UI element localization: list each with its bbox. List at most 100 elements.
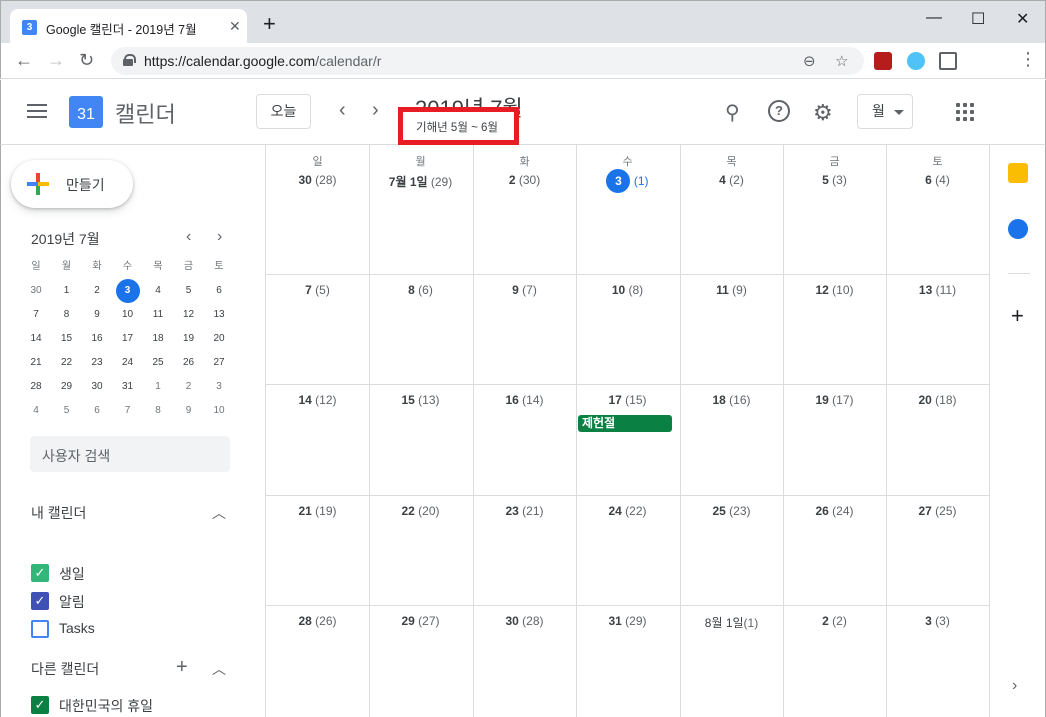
mini-day[interactable]: 16 bbox=[82, 328, 112, 350]
day-cell-date[interactable]: 22 (20) bbox=[369, 504, 472, 518]
new-tab-button[interactable]: + bbox=[263, 13, 276, 35]
day-cell-date[interactable]: 20 (18) bbox=[886, 393, 989, 407]
day-cell-date[interactable]: 29 (27) bbox=[369, 614, 472, 628]
mini-day[interactable]: 13 bbox=[204, 304, 234, 326]
mini-day[interactable]: 5 bbox=[52, 400, 82, 422]
day-cell-date[interactable]: 3 (1) bbox=[576, 169, 679, 193]
day-cell-date[interactable]: 15 (13) bbox=[369, 393, 472, 407]
day-cell-date[interactable]: 4 (2) bbox=[680, 173, 783, 187]
mini-day[interactable]: 9 bbox=[174, 400, 204, 422]
add-other-calendar-icon[interactable]: + bbox=[176, 657, 188, 677]
extension-globe-icon[interactable] bbox=[907, 52, 925, 70]
previous-month-icon[interactable]: ‹ bbox=[339, 100, 346, 120]
browser-tab[interactable]: 3 Google 캘린더 - 2019년 7월 ✕ bbox=[10, 9, 247, 44]
day-cell-date[interactable]: 2 (30) bbox=[473, 173, 576, 187]
search-people-input[interactable]: 사용자 검색 bbox=[30, 436, 230, 472]
day-cell-date[interactable]: 28 (26) bbox=[266, 614, 369, 628]
day-cell-date[interactable]: 14 (12) bbox=[266, 393, 369, 407]
mini-day[interactable]: 1 bbox=[143, 376, 173, 398]
mini-day[interactable]: 10 bbox=[113, 304, 143, 326]
bookmark-star-icon[interactable]: ☆ bbox=[835, 52, 848, 70]
day-cell-date[interactable]: 16 (14) bbox=[473, 393, 576, 407]
reload-icon[interactable]: ↻ bbox=[79, 51, 94, 69]
zoom-icon[interactable]: ⊖ bbox=[803, 52, 816, 70]
view-select-dropdown[interactable]: 월 bbox=[857, 94, 913, 129]
add-addon-icon[interactable]: + bbox=[1011, 305, 1024, 327]
mini-day[interactable]: 22 bbox=[52, 352, 82, 374]
mini-day[interactable]: 8 bbox=[143, 400, 173, 422]
checkbox-empty-icon[interactable] bbox=[31, 620, 49, 638]
mini-day[interactable]: 26 bbox=[174, 352, 204, 374]
day-cell-date[interactable]: 3 (3) bbox=[886, 614, 989, 628]
day-cell-date[interactable]: 8월 1일(1) bbox=[680, 614, 783, 631]
mini-day[interactable]: 31 bbox=[113, 376, 143, 398]
day-cell-date[interactable]: 30 (28) bbox=[473, 614, 576, 628]
tasks-icon[interactable] bbox=[1008, 219, 1028, 239]
minimize-button[interactable]: — bbox=[926, 9, 942, 27]
day-cell-date[interactable]: 26 (24) bbox=[783, 504, 886, 518]
other-calendars-title[interactable]: 다른 캘린더 bbox=[31, 659, 99, 679]
my-calendars-title[interactable]: 내 캘린더 bbox=[31, 503, 86, 523]
day-cell-date[interactable]: 24 (22) bbox=[576, 504, 679, 518]
mini-day[interactable]: 2 bbox=[82, 280, 112, 302]
chevron-up-icon[interactable]: ︿ bbox=[212, 503, 226, 523]
mini-day[interactable]: 29 bbox=[52, 376, 82, 398]
day-cell-date[interactable]: 18 (16) bbox=[680, 393, 783, 407]
mini-day[interactable]: 27 bbox=[204, 352, 234, 374]
day-cell-date[interactable]: 12 (10) bbox=[783, 283, 886, 297]
maximize-button[interactable]: ☐ bbox=[971, 9, 985, 29]
day-cell-date[interactable]: 17 (15) bbox=[576, 393, 679, 407]
chevron-up-icon[interactable]: ︿ bbox=[212, 659, 226, 679]
mini-day[interactable]: 5 bbox=[174, 280, 204, 302]
checkbox-checked-icon[interactable]: ✓ bbox=[31, 696, 49, 714]
help-icon[interactable]: ? bbox=[768, 100, 790, 122]
day-cell-date[interactable]: 8 (6) bbox=[369, 283, 472, 297]
address-bar[interactable]: https://calendar.google.com/calendar/r ⊖… bbox=[111, 47, 864, 75]
create-button[interactable]: 만들기 bbox=[11, 160, 133, 208]
calendar-logo-icon[interactable]: 31 bbox=[69, 96, 103, 128]
mini-day[interactable]: 18 bbox=[143, 328, 173, 350]
event-chip[interactable]: 제헌절 bbox=[578, 415, 672, 432]
mini-day[interactable]: 7 bbox=[21, 304, 51, 326]
mini-day[interactable]: 8 bbox=[52, 304, 82, 326]
mini-day[interactable]: 9 bbox=[82, 304, 112, 326]
mini-day[interactable]: 4 bbox=[21, 400, 51, 422]
day-cell-date[interactable]: 2 (2) bbox=[783, 614, 886, 628]
day-cell-date[interactable]: 21 (19) bbox=[266, 504, 369, 518]
mini-day[interactable]: 24 bbox=[113, 352, 143, 374]
window-close-button[interactable]: ✕ bbox=[1016, 9, 1029, 29]
day-cell-date[interactable]: 11 (9) bbox=[680, 283, 783, 297]
mini-day[interactable]: 6 bbox=[204, 280, 234, 302]
keep-icon[interactable] bbox=[1008, 163, 1028, 183]
mini-day[interactable]: 21 bbox=[21, 352, 51, 374]
back-arrow-icon[interactable]: ← bbox=[15, 51, 33, 69]
mini-day[interactable]: 28 bbox=[21, 376, 51, 398]
day-cell-date[interactable]: 7 (5) bbox=[266, 283, 369, 297]
mini-day[interactable]: 4 bbox=[143, 280, 173, 302]
mini-day[interactable]: 23 bbox=[82, 352, 112, 374]
tab-close-icon[interactable]: ✕ bbox=[229, 18, 241, 35]
mini-day[interactable]: 6 bbox=[82, 400, 112, 422]
day-cell-date[interactable]: 30 (28) bbox=[266, 173, 369, 187]
day-cell-date[interactable]: 6 (4) bbox=[886, 173, 989, 187]
main-menu-icon[interactable] bbox=[27, 104, 47, 118]
checkbox-checked-icon[interactable]: ✓ bbox=[31, 564, 49, 582]
ublock-extension-icon[interactable] bbox=[874, 52, 892, 70]
mini-day[interactable]: 19 bbox=[174, 328, 204, 350]
mini-next-month-icon[interactable]: › bbox=[217, 228, 222, 246]
day-cell-date[interactable]: 10 (8) bbox=[576, 283, 679, 297]
mini-day[interactable]: 25 bbox=[143, 352, 173, 374]
day-cell-date[interactable]: 27 (25) bbox=[886, 504, 989, 518]
mini-day[interactable]: 30 bbox=[21, 280, 51, 302]
today-button[interactable]: 오늘 bbox=[256, 94, 311, 129]
mini-prev-month-icon[interactable]: ‹ bbox=[186, 228, 191, 246]
next-month-icon[interactable]: › bbox=[372, 100, 379, 120]
mini-day[interactable]: 30 bbox=[82, 376, 112, 398]
expand-side-panel-icon[interactable]: › bbox=[1012, 677, 1017, 695]
mini-day[interactable]: 3 bbox=[113, 279, 143, 303]
mini-day[interactable]: 15 bbox=[52, 328, 82, 350]
day-cell-date[interactable]: 23 (21) bbox=[473, 504, 576, 518]
day-cell-date[interactable]: 7월 1일 (29) bbox=[369, 173, 472, 190]
google-apps-icon[interactable] bbox=[956, 103, 974, 121]
forward-arrow-icon[interactable]: → bbox=[47, 51, 65, 69]
